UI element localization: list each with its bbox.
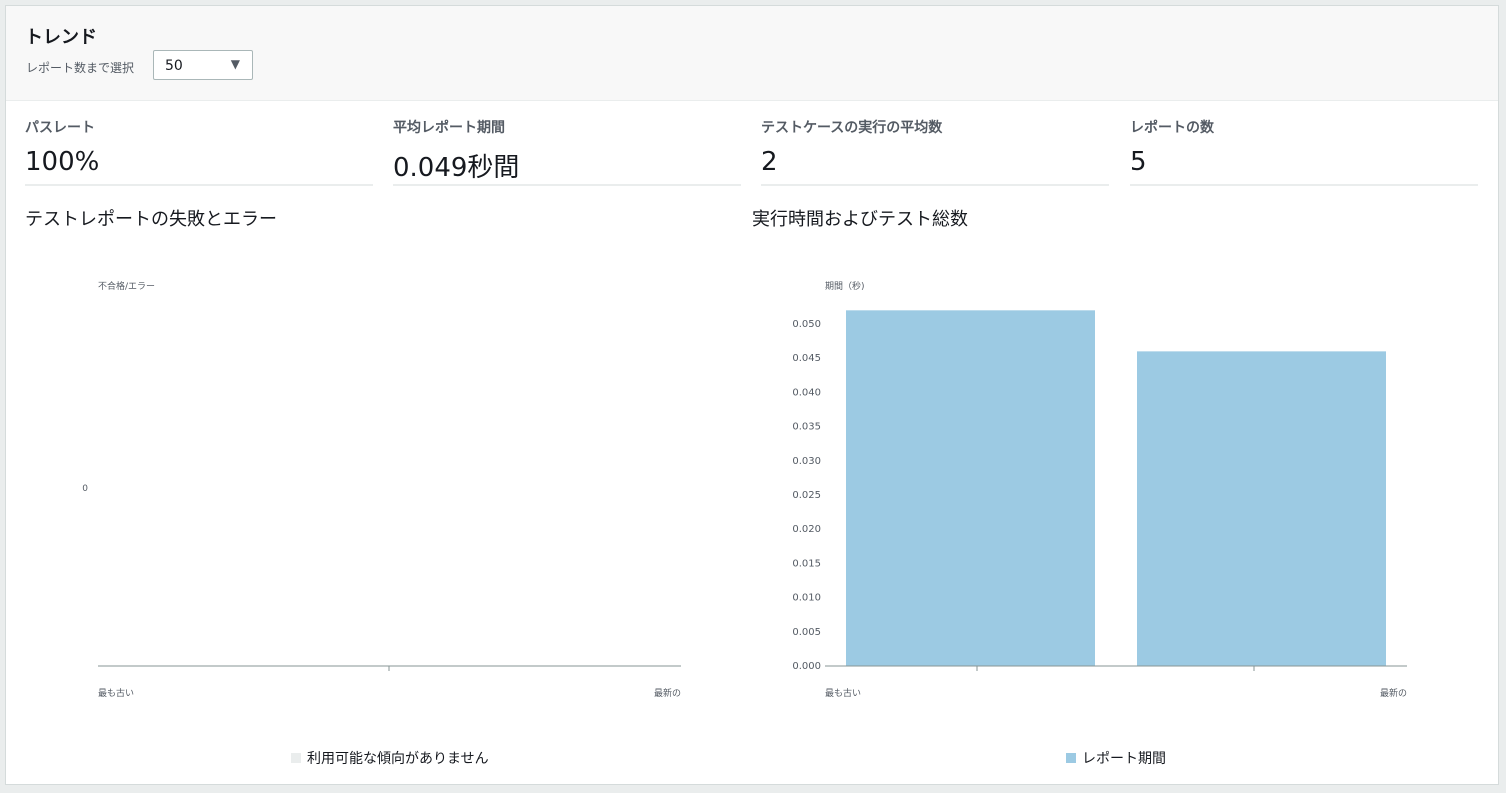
y-tick-label: 0.010 [792, 593, 821, 604]
legend-label: 利用可能な傾向がありません [307, 751, 489, 767]
y-tick-label: 0.030 [792, 456, 821, 467]
x-axis-label-newest: 最新の [654, 687, 681, 699]
y-tick-label: 0.050 [792, 319, 821, 330]
x-axis-label-oldest: 最も古い [98, 687, 134, 699]
legend-swatch [1066, 753, 1076, 763]
y-axis-label: 不合格/エラー [98, 280, 155, 292]
y-tick-label: 0.000 [792, 661, 821, 672]
y-tick-label: 0.015 [792, 558, 821, 569]
x-axis-label-newest: 最新の [1380, 687, 1407, 699]
y-tick-label: 0.005 [792, 627, 821, 638]
failures-chart: 不合格/エラー 0 最も古い 最新の [82, 280, 681, 699]
trends-panel: トレンド レポート数まで選択 50 ▼ パスレート 100% 平均レポート期間 … [5, 5, 1499, 785]
legend-label: レポート期間 [1082, 751, 1166, 767]
y-tick-label: 0.040 [792, 387, 821, 398]
x-axis-label-oldest: 最も古い [825, 687, 861, 699]
y-tick-label: 0 [82, 484, 88, 494]
y-tick-label: 0.045 [792, 353, 821, 364]
y-tick-label: 0.020 [792, 524, 821, 535]
bar-report-duration[interactable] [1137, 351, 1386, 666]
y-tick-label: 0.035 [792, 422, 821, 433]
legend-swatch [291, 753, 301, 763]
duration-legend: レポート期間 [1066, 748, 1166, 768]
y-axis-label: 期間（秒) [825, 280, 865, 292]
y-tick-label: 0.025 [792, 490, 821, 501]
bar-report-duration[interactable] [846, 310, 1095, 666]
failures-legend: 利用可能な傾向がありません [291, 748, 489, 768]
duration-chart: 期間（秒) 0.000 0.005 0.010 0.015 0.020 0.025 0.03… [792, 280, 1407, 699]
